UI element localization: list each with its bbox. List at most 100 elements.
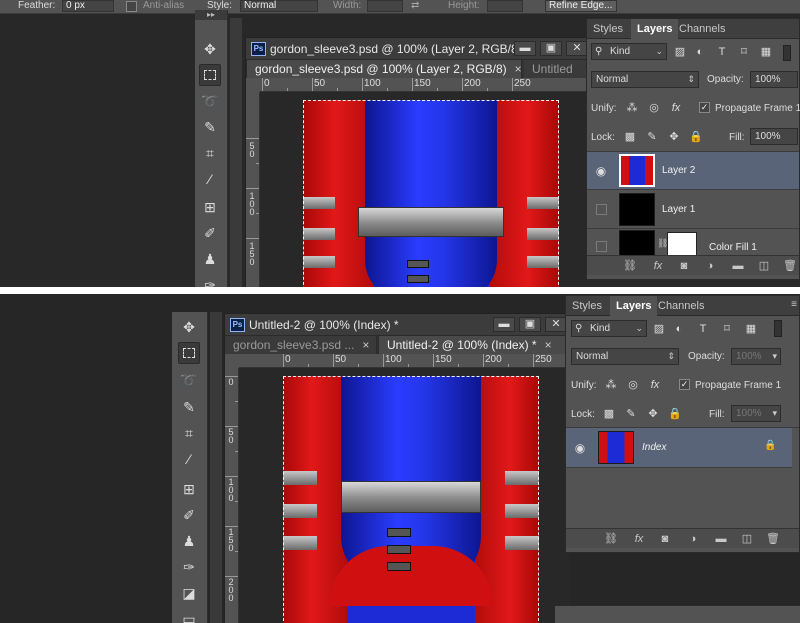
width-input[interactable]	[367, 0, 403, 12]
new-group-icon[interactable]: ▬	[731, 259, 745, 273]
ruler-origin[interactable]	[225, 354, 239, 368]
unify-style-icon[interactable]: fx	[669, 101, 683, 115]
close-icon[interactable]: ×	[515, 62, 522, 76]
canvas-area[interactable]	[260, 92, 591, 287]
unify-style-icon[interactable]: fx	[648, 378, 662, 392]
tab-channels[interactable]: Channels	[673, 19, 731, 39]
lock-transparent-icon[interactable]: ▩	[602, 407, 616, 421]
adjustment-layer-icon[interactable]: ◑	[703, 259, 717, 273]
tab-channels[interactable]: Channels	[652, 296, 710, 316]
layer-style-icon[interactable]: fx	[651, 259, 665, 273]
blend-mode-select[interactable]: Normal ⇕	[571, 348, 679, 365]
link-layers-icon[interactable]: ⛓	[623, 259, 637, 273]
height-input[interactable]	[487, 0, 523, 12]
visibility-toggle[interactable]	[596, 241, 607, 252]
minimize-button[interactable]: ▬	[493, 317, 515, 332]
antialias-checkbox[interactable]	[126, 1, 137, 12]
layer-mask-icon[interactable]: ◙	[677, 259, 691, 273]
unify-visibility-icon[interactable]: ◎	[626, 378, 640, 392]
visibility-toggle[interactable]	[596, 204, 607, 215]
swap-icon[interactable]: ⇄	[411, 0, 419, 11]
filter-toggle[interactable]	[783, 45, 791, 61]
unify-position-icon[interactable]: ⁂	[625, 101, 639, 115]
smart-object-filter-icon[interactable]: ▦	[759, 45, 773, 59]
clone-stamp-tool-icon[interactable]: ♟	[178, 530, 200, 552]
tab-layers[interactable]: Layers	[631, 19, 679, 39]
canvas-area[interactable]	[239, 368, 570, 623]
document-titlebar[interactable]: Ps gordon_sleeve3.psd @ 100% (Layer 2, R…	[246, 38, 589, 60]
refine-edge-button[interactable]: Refine Edge...	[545, 0, 617, 12]
layer-row[interactable]: ◉ Layer 2	[587, 152, 799, 190]
maximize-button[interactable]: ▣	[540, 41, 562, 56]
lasso-tool-icon[interactable]: ➰	[178, 369, 200, 391]
rectangular-marquee-tool-icon[interactable]	[178, 342, 200, 364]
eraser-tool-icon[interactable]: ◪	[178, 582, 200, 604]
adjustment-layer-icon[interactable]: ◑	[686, 532, 700, 546]
vertical-ruler[interactable]: 0 5 0 1 0 0 1 5 0 2 0 0	[225, 368, 239, 623]
eyedropper-tool-icon[interactable]: ⁄	[178, 448, 200, 470]
tools-panel-header[interactable]: ▸▸	[195, 10, 227, 20]
lock-transparent-icon[interactable]: ▩	[623, 130, 637, 144]
type-filter-icon[interactable]: T	[715, 45, 729, 59]
crop-tool-icon[interactable]: ⌗	[199, 142, 221, 164]
type-filter-icon[interactable]: T	[696, 322, 710, 336]
eye-icon[interactable]: ◉	[593, 164, 609, 178]
tab-gordon-sleeve3[interactable]: gordon_sleeve3.psd ... ×	[225, 336, 377, 354]
pixel-filter-icon[interactable]: ▨	[673, 45, 687, 59]
new-group-icon[interactable]: ▬	[714, 532, 728, 546]
brush-tool-icon[interactable]: ✐	[178, 504, 200, 526]
document-titlebar[interactable]: Ps Untitled-2 @ 100% (Index) * ▬ ▣ ✕	[225, 314, 568, 336]
blend-mode-select[interactable]: Normal ⇕	[591, 71, 699, 88]
layer-row[interactable]: Layer 1	[587, 191, 799, 229]
layer-style-icon[interactable]: fx	[632, 532, 646, 546]
propagate-frame-checkbox[interactable]: ✓	[699, 102, 710, 113]
lock-position-icon[interactable]: ✥	[646, 407, 660, 421]
fill-input[interactable]: 100% ▾	[731, 405, 781, 422]
healing-brush-tool-icon[interactable]: ⊞	[199, 196, 221, 218]
new-layer-icon[interactable]: ◫	[740, 532, 754, 546]
brush-tool-icon[interactable]: ✐	[199, 222, 221, 244]
eye-icon[interactable]: ◉	[572, 441, 588, 455]
filter-toggle[interactable]	[774, 320, 782, 337]
lock-all-icon[interactable]: 🔒	[668, 407, 682, 421]
pixel-filter-icon[interactable]: ▨	[652, 322, 666, 336]
unify-position-icon[interactable]: ⁂	[604, 378, 618, 392]
tab-gordon-sleeve3[interactable]: gordon_sleeve3.psd @ 100% (Layer 2, RGB/…	[246, 60, 522, 78]
maximize-button[interactable]: ▣	[519, 317, 541, 332]
link-layers-icon[interactable]: ⛓	[604, 532, 618, 546]
close-button[interactable]: ✕	[545, 317, 567, 332]
close-icon[interactable]: ×	[362, 338, 369, 352]
tab-styles[interactable]: Styles	[587, 19, 629, 39]
new-layer-icon[interactable]: ◫	[757, 259, 771, 273]
horizontal-ruler[interactable]: 0 50 100 150 200 250	[239, 354, 570, 368]
eyedropper-tool-icon[interactable]: ⁄	[199, 168, 221, 190]
kind-filter-select[interactable]: ⚲ Kind ⌄	[591, 43, 667, 60]
history-brush-tool-icon[interactable]: ✑	[199, 274, 221, 288]
unify-visibility-icon[interactable]: ◎	[647, 101, 661, 115]
close-icon[interactable]: ×	[545, 338, 552, 352]
panel-menu-icon[interactable]: ≡	[791, 299, 797, 310]
kind-filter-select[interactable]: ⚲ Kind ⌄	[571, 320, 647, 337]
feather-input[interactable]: 0 px	[62, 0, 114, 12]
propagate-frame-checkbox[interactable]: ✓	[679, 379, 690, 390]
tab-untitled-2[interactable]: Untitled-2 @ 100% (Index) * ×	[378, 336, 570, 354]
history-brush-tool-icon[interactable]: ✑	[178, 556, 200, 578]
gradient-tool-icon[interactable]: ▭	[178, 608, 200, 623]
vertical-ruler[interactable]: 5 0 1 0 0 1 5 0	[246, 92, 260, 287]
minimize-button[interactable]: ▬	[514, 41, 536, 56]
quick-selection-tool-icon[interactable]: ✎	[178, 396, 200, 418]
lock-image-icon[interactable]: ✎	[645, 130, 659, 144]
tab-untitled[interactable]: Untitled	[524, 60, 591, 78]
trash-icon[interactable]: 🗑	[783, 259, 797, 273]
style-select[interactable]: Normal	[240, 0, 318, 12]
shape-filter-icon[interactable]: ⌑	[720, 322, 734, 336]
tab-layers[interactable]: Layers	[610, 296, 658, 316]
layer-row[interactable]: ◉ Index 🔒	[566, 428, 792, 468]
move-tool-icon[interactable]: ✥	[199, 38, 221, 60]
adjustment-filter-icon[interactable]: ◐	[672, 322, 686, 336]
lock-position-icon[interactable]: ✥	[667, 130, 681, 144]
horizontal-ruler[interactable]: 0 50 100 150 200 250	[260, 78, 591, 92]
lock-all-icon[interactable]: 🔒	[689, 130, 703, 144]
ruler-origin[interactable]	[246, 78, 260, 92]
move-tool-icon[interactable]: ✥	[178, 316, 200, 338]
